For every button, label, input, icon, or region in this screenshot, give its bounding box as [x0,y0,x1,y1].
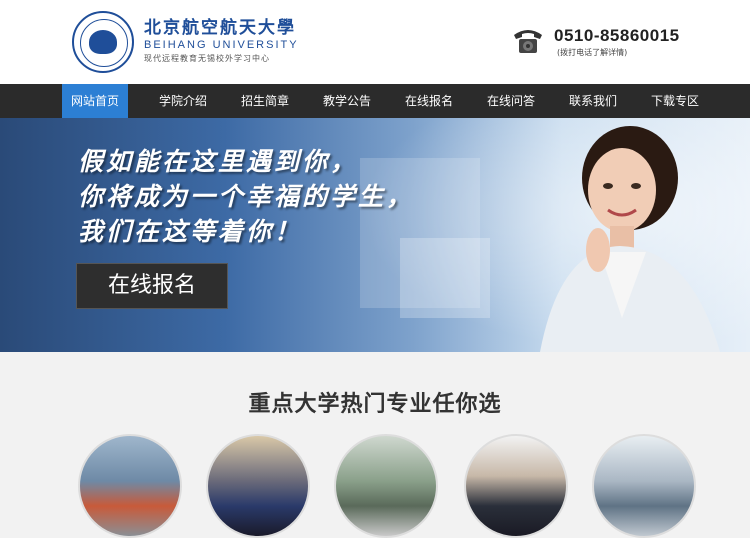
lab-equipment-image[interactable] [334,434,438,538]
computer-lab-image[interactable] [206,434,310,538]
smiling-woman-image [540,126,720,352]
nav-item-announcements[interactable]: 教学公告 [314,84,380,118]
nav-item-online-qa[interactable]: 在线问答 [478,84,544,118]
nav-item-about[interactable]: 学院介绍 [150,84,216,118]
banner-slogan-line-2: 你将成为一个幸福的学生， [78,182,415,211]
logo-english-name: BEIHANG UNIVERSITY [144,39,299,51]
phone-note: (拨打电话了解详情) [557,48,628,57]
telephone-icon [514,30,542,53]
header: 北京航空航天大學 BEIHANG UNIVERSITY 现代远程教育无锡校外学习… [0,0,750,84]
logo-chinese-name: 北京航空航天大學 [144,18,296,38]
university-seal-logo[interactable] [72,11,134,73]
banner-slogan-line-1: 假如能在这里遇到你， [78,147,359,176]
logo-subtitle: 现代远程教育无锡校外学习中心 [144,54,270,63]
section-title: 重点大学热门专业任你选 [248,392,502,417]
workshop-image[interactable] [592,434,696,538]
logo-text[interactable]: 北京航空航天大學 BEIHANG UNIVERSITY 现代远程教育无锡校外学习… [144,18,299,66]
online-signup-button[interactable]: 在线报名 [76,263,228,309]
banner-slogan-line-3: 我们在这等着你！ [78,217,303,246]
nav-item-home[interactable]: 网站首页 [62,84,128,118]
business-people-image[interactable] [464,434,568,538]
nav-item-admissions[interactable]: 招生简章 [232,84,298,118]
nav-item-online-signup[interactable]: 在线报名 [396,84,462,118]
nav-item-downloads[interactable]: 下载专区 [642,84,708,118]
nav-item-contact[interactable]: 联系我们 [560,84,626,118]
aircraft-hangar-image[interactable] [78,434,182,538]
phone-number: 0510-85860015 [554,26,680,45]
main-nav: 网站首页 学院介绍 招生简章 教学公告 在线报名 在线问答 联系我们 下载专区 [0,84,750,118]
